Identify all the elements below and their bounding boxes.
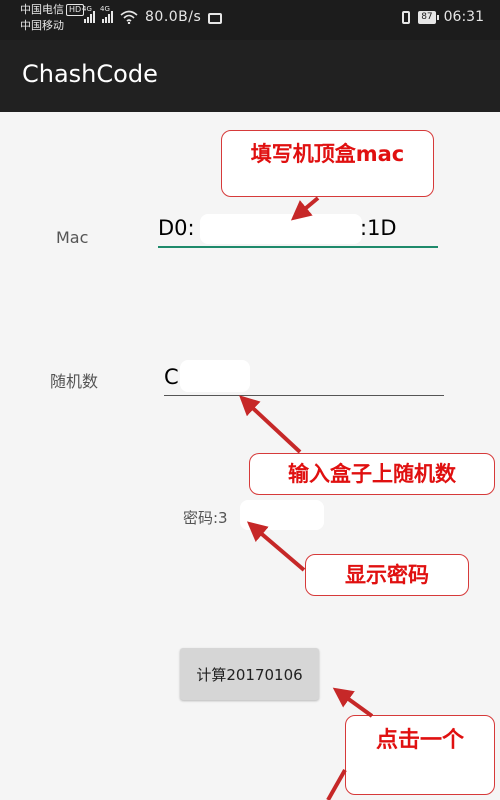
battery-icon: 87 (418, 10, 440, 24)
redaction-mask (240, 500, 324, 530)
briefcase-icon (208, 12, 223, 24)
carrier-info: 中国电信 HD 中国移动 (20, 2, 85, 34)
network-speed: 80.0B/s (145, 9, 202, 25)
redaction-mask (180, 360, 250, 392)
arrow-to-random (239, 395, 302, 454)
status-bar: 中国电信 HD 中国移动 4G 4G 80.0B/s 87 06:31 (0, 0, 500, 40)
annotation-fill-mac: 填写机顶盒mac (221, 130, 434, 197)
status-icons-right: 87 06:31 (402, 9, 484, 25)
mac-input[interactable] (158, 246, 438, 248)
arrow-tail (326, 769, 347, 800)
annotation-show-password: 显示密码 (305, 554, 469, 596)
mac-value-end: :1D (360, 216, 397, 240)
signal-icon: 4G (100, 5, 113, 23)
signal-icon: 4G (82, 5, 95, 23)
mac-label: Mac (56, 228, 89, 247)
annotation-click-one: 点击一个 (345, 715, 495, 795)
carrier-1: 中国电信 (20, 3, 64, 16)
random-value: C (164, 365, 179, 389)
redaction-mask (200, 214, 362, 244)
status-icons-left: 4G 4G 80.0B/s (82, 5, 223, 25)
app-bar: ChashCode (0, 40, 500, 112)
wifi-icon (120, 10, 138, 24)
random-label: 随机数 (50, 372, 99, 391)
random-input[interactable] (164, 395, 444, 396)
clock: 06:31 (443, 9, 484, 25)
carrier-2: 中国移动 (20, 19, 64, 32)
password-text: 密码:3 (183, 509, 228, 527)
mac-value-start: D0: (158, 216, 195, 240)
calculate-button[interactable]: 计算20170106 (180, 648, 319, 700)
app-title: ChashCode (22, 60, 158, 88)
arrow-to-button (332, 687, 374, 718)
arrow-to-password (246, 521, 306, 572)
vibrate-icon (402, 10, 411, 24)
annotation-enter-random: 输入盒子上随机数 (249, 453, 495, 495)
